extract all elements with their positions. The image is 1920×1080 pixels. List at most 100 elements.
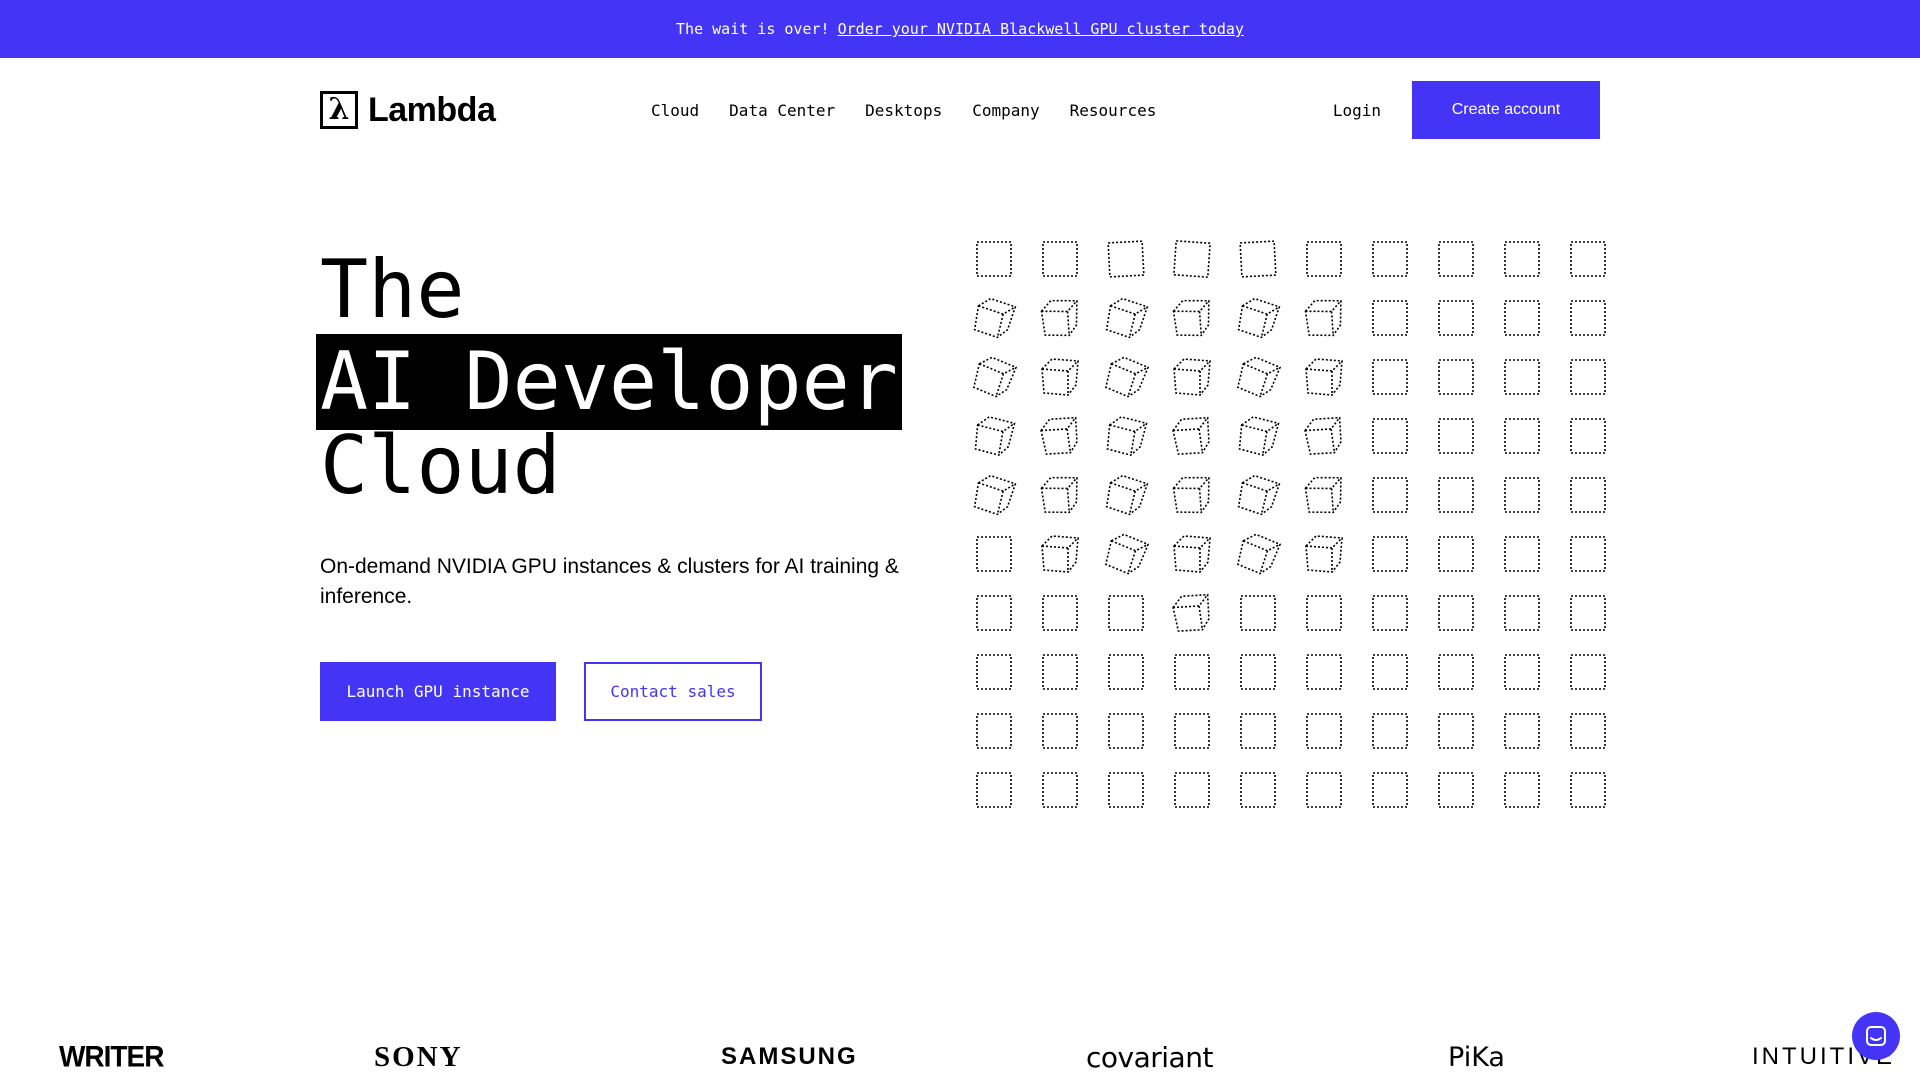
square-shape [1372, 536, 1408, 572]
cube-shape [1040, 476, 1078, 514]
square-shape [1570, 654, 1606, 690]
square-shape [1504, 713, 1540, 749]
main-nav: Cloud Data Center Desktops Company Resou… [651, 101, 1156, 120]
square-shape [1372, 477, 1408, 513]
square-shape [1438, 241, 1474, 277]
square-shape [1108, 713, 1144, 749]
logo-text: Lambda [368, 90, 496, 129]
square-shape [1306, 772, 1342, 808]
hero-title-line-3: Cloud [320, 419, 561, 512]
cube-shape [1040, 299, 1078, 337]
logo-sony: SONY [374, 1040, 463, 1073]
square-shape [1570, 418, 1606, 454]
login-link[interactable]: Login [1333, 101, 1381, 120]
square-shape [1438, 536, 1474, 572]
cube-shape [1304, 416, 1342, 455]
logo-samsung: SAMSUNG [721, 1043, 858, 1070]
square-shape [1042, 654, 1078, 690]
square-shape [1504, 477, 1540, 513]
square-shape [1438, 359, 1474, 395]
square-shape [1570, 536, 1606, 572]
square-shape [1438, 595, 1474, 631]
square-shape [1372, 359, 1408, 395]
square-shape [1107, 240, 1145, 278]
cube-shape [1104, 356, 1150, 398]
cube-shape [1041, 358, 1079, 396]
square-shape [1570, 359, 1606, 395]
square-shape [1570, 713, 1606, 749]
square-shape [1306, 241, 1342, 277]
cube-shape [1172, 476, 1210, 514]
square-shape [1372, 654, 1408, 690]
cube-shape [1237, 297, 1281, 339]
square-shape [1174, 713, 1210, 749]
cube-shape [1106, 416, 1148, 456]
square-shape [1173, 240, 1211, 278]
create-account-button[interactable]: Create account [1412, 81, 1600, 139]
square-shape [1306, 595, 1342, 631]
cube-grid-illustration [972, 240, 1606, 808]
cube-shape [972, 356, 1018, 398]
nav-item-desktops[interactable]: Desktops [865, 101, 942, 120]
square-shape [1372, 418, 1408, 454]
square-shape [1438, 654, 1474, 690]
square-shape [1570, 241, 1606, 277]
square-shape [1306, 713, 1342, 749]
nav-item-company[interactable]: Company [972, 101, 1039, 120]
lambda-logo[interactable]: λ Lambda [320, 91, 500, 130]
square-shape [1438, 713, 1474, 749]
cube-shape [1236, 533, 1282, 575]
cube-shape [1041, 535, 1079, 573]
cube-shape [1305, 535, 1343, 573]
square-shape [1372, 595, 1408, 631]
cube-shape [1172, 299, 1210, 337]
logo-pika: PiKa [1448, 1041, 1505, 1073]
hero-title-line-1: The [320, 243, 465, 336]
cube-shape [1305, 358, 1343, 396]
square-shape [1504, 300, 1540, 336]
square-shape [1174, 654, 1210, 690]
square-shape [1504, 241, 1540, 277]
square-shape [976, 713, 1012, 749]
square-shape [1570, 477, 1606, 513]
square-shape [1042, 772, 1078, 808]
hero-title-highlight: AI Developer [316, 334, 902, 430]
square-shape [1504, 418, 1540, 454]
square-shape [1504, 359, 1540, 395]
square-shape [1108, 595, 1144, 631]
site-header: λ Lambda Cloud Data Center Desktops Comp… [320, 80, 1600, 140]
nav-item-cloud[interactable]: Cloud [651, 101, 699, 120]
square-shape [1438, 772, 1474, 808]
square-shape [1504, 595, 1540, 631]
contact-sales-button[interactable]: Contact sales [584, 662, 762, 721]
square-shape [1042, 713, 1078, 749]
chat-icon [1866, 1026, 1886, 1046]
square-shape [1108, 772, 1144, 808]
cube-shape [1172, 593, 1210, 632]
square-shape [1438, 300, 1474, 336]
square-shape [1240, 713, 1276, 749]
square-shape [976, 654, 1012, 690]
square-shape [1240, 654, 1276, 690]
square-shape [1042, 595, 1078, 631]
chat-button[interactable] [1852, 1012, 1900, 1060]
lambda-icon: λ [320, 91, 358, 129]
square-shape [1174, 772, 1210, 808]
cube-shape [1105, 474, 1149, 516]
launch-gpu-instance-button[interactable]: Launch GPU instance [320, 662, 556, 721]
nav-item-data-center[interactable]: Data Center [729, 101, 835, 120]
nav-item-resources[interactable]: Resources [1070, 101, 1157, 120]
cube-shape [973, 474, 1017, 516]
cube-shape [1237, 474, 1281, 516]
square-shape [1372, 241, 1408, 277]
hero-title: The AI Developer Cloud [316, 243, 902, 512]
banner-link[interactable]: Order your NVIDIA Blackwell GPU cluster … [838, 20, 1244, 38]
square-shape [1570, 772, 1606, 808]
square-shape [1042, 241, 1078, 277]
logo-covariant: covariant [1086, 1040, 1213, 1074]
cube-shape [1238, 416, 1280, 456]
square-shape [976, 772, 1012, 808]
announcement-banner: The wait is over! Order your NVIDIA Blac… [0, 0, 1920, 58]
cube-shape [973, 297, 1017, 339]
banner-text: The wait is over! [676, 20, 830, 38]
